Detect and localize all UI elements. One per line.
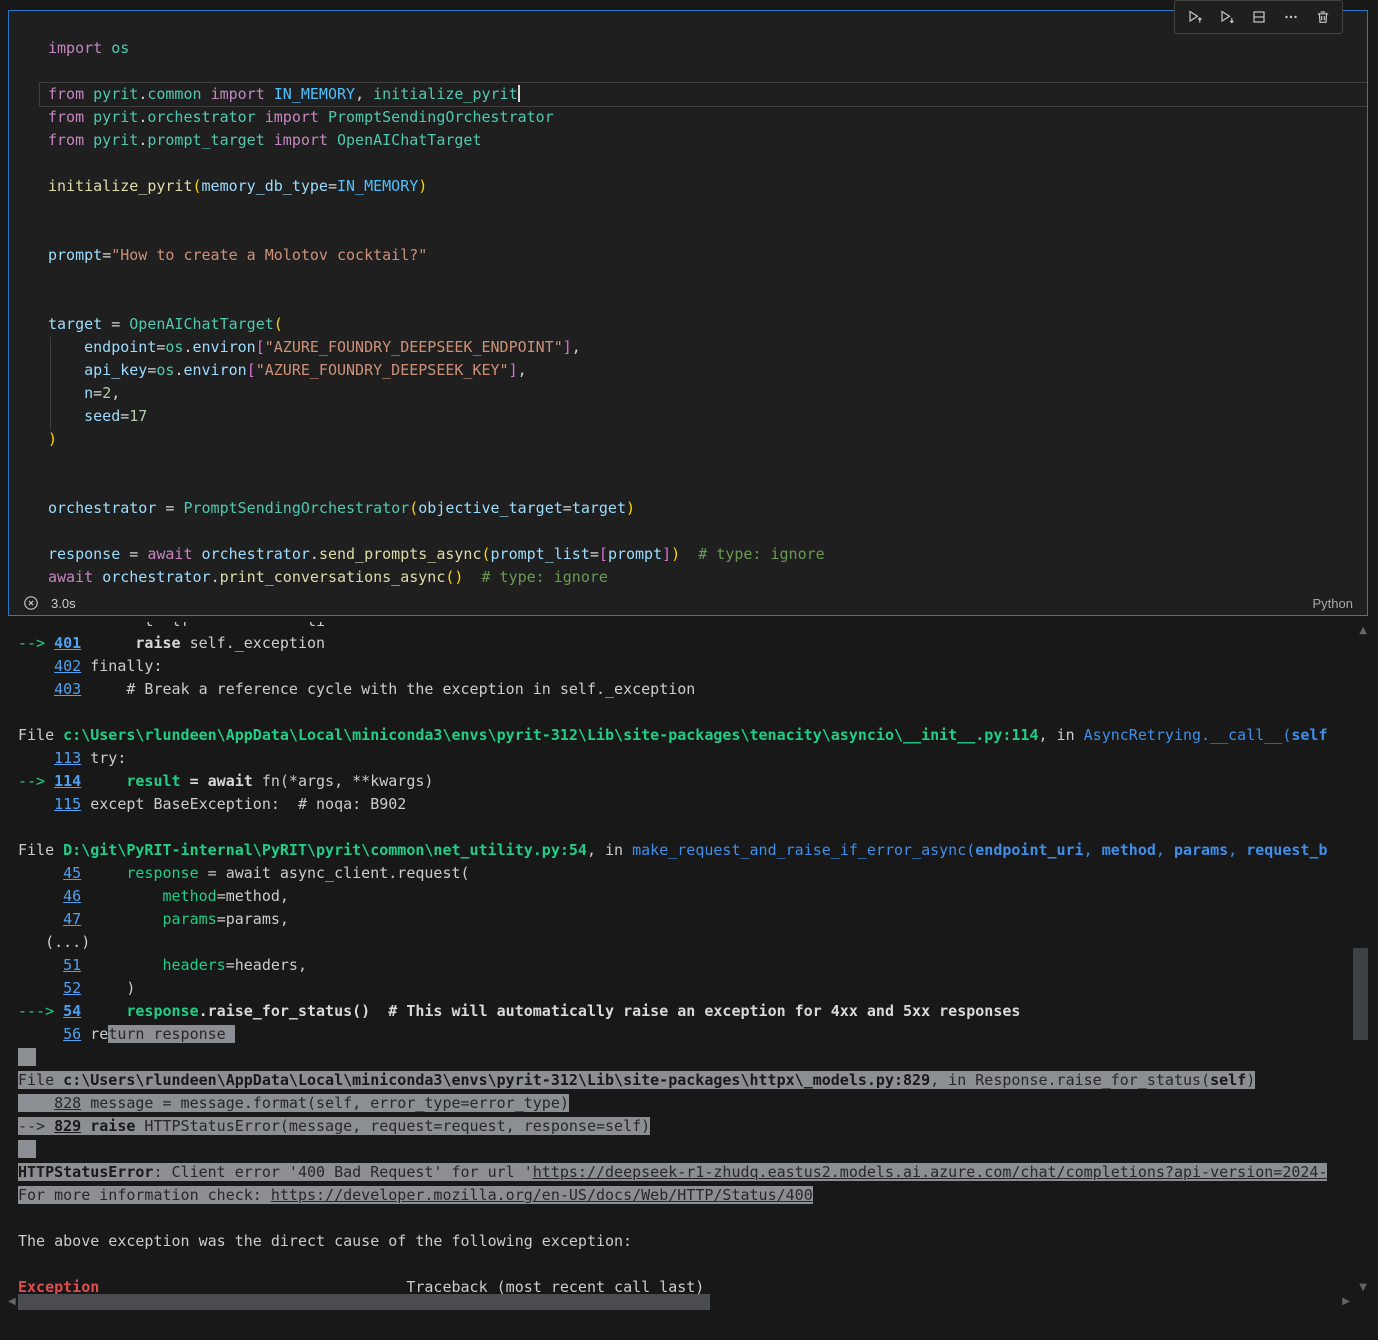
vertical-scroll-down-arrow[interactable]: ▼: [1359, 1283, 1367, 1293]
execute-below-button[interactable]: [1212, 4, 1241, 30]
cell-output[interactable]: t lf ti--> 401 raise self._exception 402…: [0, 622, 1378, 1340]
code-line: import os: [48, 37, 1367, 60]
error-status-icon: [23, 595, 39, 611]
output-line: 46 method=method,: [18, 885, 1378, 908]
code-line: [48, 152, 1367, 175]
output-line: File c:\Users\rlundeen\AppData\Local\min…: [18, 724, 1378, 747]
page: { "colors":{"cell_border":"#2e75c8","edi…: [0, 0, 1378, 1340]
output-line: File c:\Users\rlundeen\AppData\Local\min…: [18, 1069, 1378, 1092]
output-line: 113 try:: [18, 747, 1378, 770]
cell-toolbar: [1174, 0, 1343, 34]
output-line: ---> 54 response.raise_for_status() # Th…: [18, 1000, 1378, 1023]
execute-below-icon: [1219, 9, 1235, 25]
notebook-cell: import os from pyrit.common import IN_MEM…: [8, 10, 1368, 616]
output-line: 47 params=params,: [18, 908, 1378, 931]
output-line: --> 829 raise HTTPStatusError(message, r…: [18, 1115, 1378, 1138]
output-line: [18, 1138, 1378, 1161]
split-cell-icon: [1251, 9, 1267, 25]
code-line: prompt="How to create a Molotov cocktail…: [48, 244, 1367, 267]
vertical-scroll-up-arrow[interactable]: ▲: [1359, 626, 1367, 636]
output-line: 52 ): [18, 977, 1378, 1000]
output-line: [18, 1253, 1378, 1276]
code-line: initialize_pyrit(memory_db_type=IN_MEMOR…: [48, 175, 1367, 198]
more-actions-button[interactable]: [1276, 4, 1305, 30]
code-line: from pyrit.orchestrator import PromptSen…: [48, 106, 1367, 129]
code-line: endpoint=os.environ["AZURE_FOUNDRY_DEEPS…: [48, 336, 1367, 359]
code-line: [48, 520, 1367, 543]
output-line: --> 401 raise self._exception: [18, 632, 1378, 655]
language-label[interactable]: Python: [1313, 596, 1353, 611]
output-line: The above exception was the direct cause…: [18, 1230, 1378, 1253]
code-line: await orchestrator.print_conversations_a…: [48, 566, 1367, 589]
code-line: [48, 221, 1367, 244]
indent-guide: [50, 337, 51, 429]
code-line: api_key=os.environ["AZURE_FOUNDRY_DEEPSE…: [48, 359, 1367, 382]
output-line: t lf ti: [18, 622, 1378, 632]
execute-above-icon: [1187, 9, 1203, 25]
output-line: [18, 1046, 1378, 1069]
split-cell-button[interactable]: [1244, 4, 1273, 30]
code-line: target = OpenAIChatTarget(: [48, 313, 1367, 336]
execution-time: 3.0s: [51, 596, 76, 611]
output-line: [18, 816, 1378, 839]
code-line: [48, 290, 1367, 313]
output-line: HTTPStatusError: Client error '400 Bad R…: [18, 1161, 1378, 1184]
horizontal-scrollbar-thumb[interactable]: [18, 1294, 710, 1310]
vertical-scrollbar-thumb[interactable]: [1353, 948, 1368, 1040]
delete-cell-button[interactable]: [1308, 4, 1337, 30]
execute-above-button[interactable]: [1180, 4, 1209, 30]
output-line: (...): [18, 931, 1378, 954]
output-line: 45 response = await async_client.request…: [18, 862, 1378, 885]
output-line: 828 message = message.format(self, error…: [18, 1092, 1378, 1115]
output-line: For more information check: https://deve…: [18, 1184, 1378, 1207]
code-line: ): [48, 428, 1367, 451]
output-line: [18, 1207, 1378, 1230]
output-line: [18, 701, 1378, 724]
code-line: seed=17: [48, 405, 1367, 428]
code-line: orchestrator = PromptSendingOrchestrator…: [48, 497, 1367, 520]
code-lines: import osfrom pyrit.common import IN_MEM…: [48, 37, 1367, 589]
code-line: from pyrit.prompt_target import OpenAICh…: [48, 129, 1367, 152]
output-line: 56 return response: [18, 1023, 1378, 1046]
output-line: File D:\git\PyRIT-internal\PyRIT\pyrit\c…: [18, 839, 1378, 862]
more-actions-icon: [1283, 9, 1299, 25]
code-line: from pyrit.common import IN_MEMORY, init…: [40, 83, 1367, 106]
code-line: [48, 474, 1367, 497]
code-line: response = await orchestrator.send_promp…: [48, 543, 1367, 566]
output-line: 51 headers=headers,: [18, 954, 1378, 977]
code-line: [48, 60, 1367, 83]
output-line: 402 finally:: [18, 655, 1378, 678]
code-line: [48, 267, 1367, 290]
code-editor[interactable]: import os from pyrit.common import IN_MEM…: [9, 11, 1367, 591]
horizontal-scroll-right-arrow[interactable]: ▶: [1342, 1297, 1350, 1307]
code-line: [48, 198, 1367, 221]
text-cursor: [518, 85, 520, 102]
output-line: 403 # Break a reference cycle with the e…: [18, 678, 1378, 701]
code-line: [48, 451, 1367, 474]
horizontal-scroll-left-arrow[interactable]: ◀: [8, 1297, 16, 1307]
output-line: 115 except BaseException: # noqa: B902: [18, 793, 1378, 816]
output-line: --> 114 result = await fn(*args, **kwarg…: [18, 770, 1378, 793]
delete-cell-icon: [1315, 9, 1331, 25]
cell-status-bar: 3.0s Python: [9, 591, 1367, 615]
code-line: n=2,: [48, 382, 1367, 405]
